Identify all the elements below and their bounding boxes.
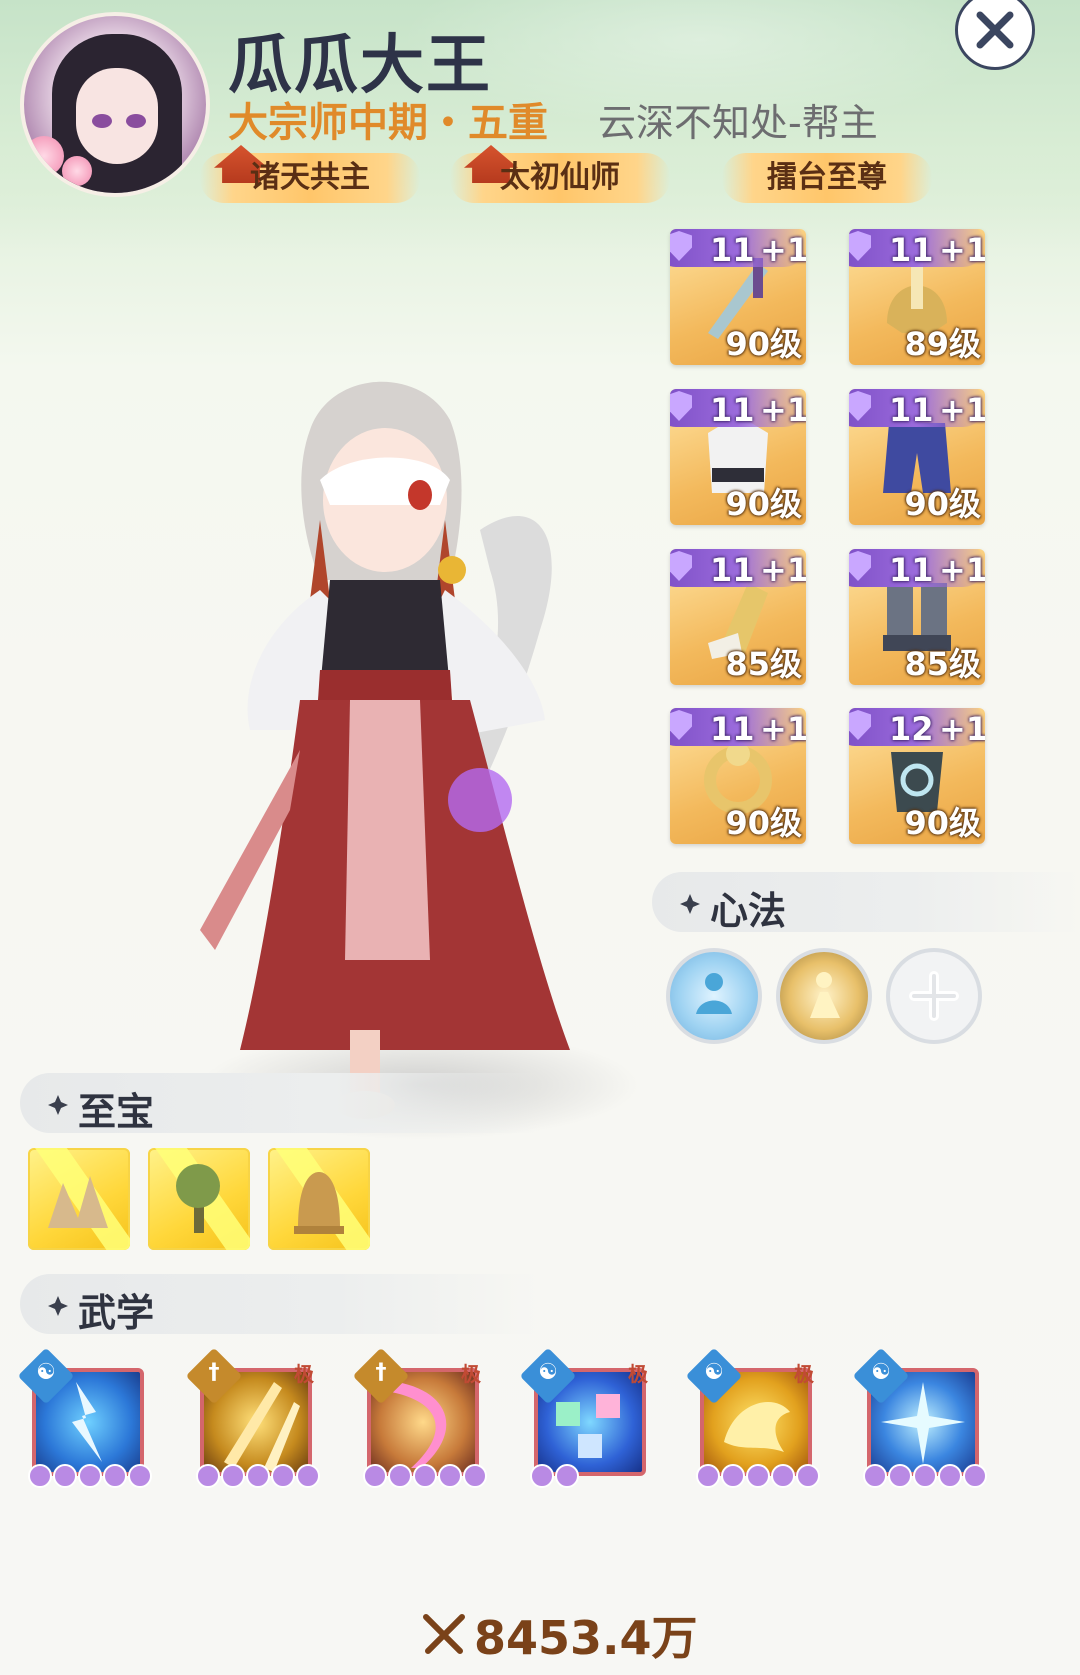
- skill-slot[interactable]: ☯ 极: [519, 1347, 650, 1492]
- equipment-refine: +10: [939, 391, 985, 429]
- xinfa-slot[interactable]: [666, 948, 762, 1044]
- shield-icon: [849, 710, 871, 740]
- sword-badge-icon: †: [375, 1360, 387, 1385]
- equipment-slot-bracer[interactable]: 11 +11 85级: [670, 549, 806, 685]
- equipment-refine: +11: [939, 710, 985, 748]
- skill-stars: [28, 1464, 152, 1492]
- shield-icon: [670, 710, 692, 740]
- yin-yang-icon: ☯: [36, 1360, 56, 1385]
- equipment-level: 89级: [904, 325, 981, 363]
- golden-figure-icon: [810, 972, 840, 1018]
- section-title: 武学: [78, 1291, 155, 1335]
- equipment-star: 11: [889, 231, 934, 269]
- close-icon: [976, 11, 1014, 49]
- equipment-star: 11: [710, 231, 755, 269]
- skill-slot[interactable]: ☯: [17, 1347, 152, 1492]
- title-badge[interactable]: 擂台至尊: [722, 153, 932, 203]
- lotus-icon: [62, 156, 92, 186]
- shield-icon: [670, 231, 692, 261]
- equipment-star: 12: [889, 710, 934, 748]
- skill-stars: [363, 1464, 487, 1492]
- skill-stars: [530, 1464, 654, 1492]
- equipment-level: 85级: [904, 645, 981, 683]
- equipment-star: 11: [710, 391, 755, 429]
- equipment-star: 11: [710, 710, 755, 748]
- skill-slot[interactable]: ☯: [852, 1347, 987, 1492]
- yin-yang-icon: ☯: [538, 1360, 558, 1385]
- skill-stars: [863, 1464, 987, 1492]
- equipment-slot-armor[interactable]: 11 +11 90级: [670, 389, 806, 525]
- plus-icon: [909, 971, 959, 1021]
- equipment-slot-ring[interactable]: 11 +11 90级: [670, 708, 806, 844]
- yin-yang-icon: ☯: [704, 1360, 724, 1385]
- equipment-refine: +11: [939, 231, 985, 269]
- equipment-slot-helmet[interactable]: 11 +11 89级: [849, 229, 985, 365]
- skill-slot[interactable]: † 极: [185, 1347, 320, 1492]
- diamond-bullet-icon: [48, 1296, 68, 1316]
- title-badge[interactable]: 诸天共主: [200, 145, 420, 203]
- treasure-slot[interactable]: [268, 1148, 370, 1250]
- equipment-slot-boots[interactable]: 11 +11 85级: [849, 549, 985, 685]
- equipment-star: 11: [889, 391, 934, 429]
- equipment-level: 85级: [725, 645, 802, 683]
- spirit-tree-icon: [176, 1164, 220, 1233]
- equipment-refine: +11: [760, 551, 806, 589]
- shield-icon: [849, 231, 871, 261]
- yin-yang-icon: ☯: [871, 1360, 891, 1385]
- cultivation-realm: 大宗师中期・五重: [228, 100, 548, 146]
- section-header-xinfa: 心法: [652, 872, 1080, 933]
- equipment-level: 90级: [725, 325, 802, 363]
- skill-slot[interactable]: † 极: [352, 1347, 487, 1492]
- skill-grade: 极: [628, 1362, 648, 1386]
- player-avatar[interactable]: [20, 12, 210, 197]
- guild-title: 云深不知处-帮主: [598, 101, 878, 145]
- equipment-refine: +11: [939, 551, 985, 589]
- crossed-swords-icon: [423, 1614, 465, 1654]
- xinfa-slot[interactable]: [776, 948, 872, 1044]
- combat-power: 8453.4万: [420, 1605, 698, 1665]
- crystal-cluster-icon: [48, 1176, 108, 1228]
- title-badge[interactable]: 太初仙师: [450, 145, 670, 203]
- section-title: 至宝: [78, 1090, 155, 1134]
- bronze-bell-icon: [294, 1172, 344, 1234]
- equipment-level: 90级: [725, 804, 802, 842]
- treasure-slot[interactable]: [148, 1148, 250, 1250]
- equipment-slot-pendant[interactable]: 12 +11 90级: [849, 708, 985, 844]
- shield-icon: [849, 391, 871, 421]
- skill-grade: 极: [461, 1362, 481, 1386]
- equipment-refine: +11: [760, 231, 806, 269]
- equipment-level: 90级: [725, 485, 802, 523]
- meditation-icon: [696, 973, 732, 1014]
- equipment-slot-weapon[interactable]: 11 +11 90级: [670, 229, 806, 365]
- skill-stars: [196, 1464, 320, 1492]
- equipment-star: 11: [889, 551, 934, 589]
- shield-icon: [849, 551, 871, 581]
- equipment-refine: +11: [760, 391, 806, 429]
- section-header-wuxue: 武学: [20, 1274, 540, 1335]
- treasure-slot[interactable]: [28, 1148, 130, 1250]
- section-title: 心法: [710, 889, 787, 933]
- equipment-level: 90级: [904, 485, 981, 523]
- equipment-level: 90级: [904, 804, 981, 842]
- equipment-slot-pants[interactable]: 11 +10 90级: [849, 389, 985, 525]
- skill-slot[interactable]: ☯ 极: [685, 1347, 820, 1492]
- combat-power-value: 8453.4万: [474, 1611, 698, 1665]
- skill-grade: 极: [294, 1362, 314, 1386]
- character-model[interactable]: [180, 370, 650, 1130]
- skill-grade: 极: [794, 1362, 814, 1386]
- equipment-star: 11: [710, 551, 755, 589]
- diamond-bullet-icon: [680, 894, 700, 914]
- lotus-icon: [24, 136, 64, 176]
- sword-badge-icon: †: [208, 1360, 220, 1385]
- shield-icon: [670, 551, 692, 581]
- equipment-refine: +11: [760, 710, 806, 748]
- section-header-zhibao: 至宝: [20, 1073, 540, 1134]
- xinfa-add-slot[interactable]: [886, 948, 982, 1044]
- skill-stars: [696, 1464, 820, 1492]
- shield-icon: [670, 391, 692, 421]
- diamond-bullet-icon: [48, 1095, 68, 1115]
